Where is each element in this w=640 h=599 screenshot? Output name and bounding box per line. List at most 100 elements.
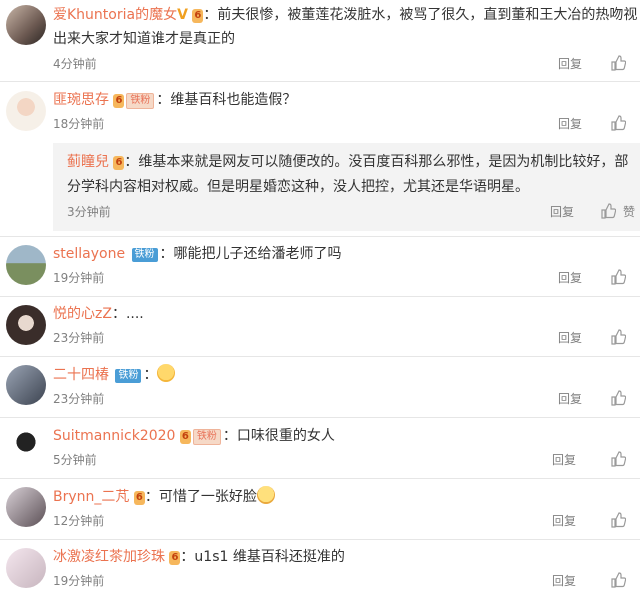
timestamp: 4分钟前 — [53, 57, 97, 71]
divider — [0, 356, 640, 357]
username-link[interactable]: 蓟瞳兒 — [67, 154, 109, 170]
comment-body: ：前夫很惨，被董莲花泼脏水，被骂了很久，直到董和王大冶的热吻视 — [203, 7, 638, 23]
avatar[interactable] — [6, 487, 46, 527]
vip-badge: 6 — [113, 94, 125, 108]
comment-text-cont: 出来大家才知道谁才是真正的 — [53, 28, 632, 50]
username-link[interactable]: 冰激凌红茶加珍珠 — [53, 549, 165, 565]
divider — [0, 81, 640, 82]
username-link[interactable]: 二十四椿 — [53, 367, 109, 383]
username-link[interactable]: Brynn_二芃 — [53, 489, 129, 505]
comment-actions: 回复 — [558, 328, 640, 348]
comment-body: ：哪能把儿子还给潘老师了吗 — [159, 246, 342, 262]
comment-actions: 回复 — [558, 54, 640, 74]
reply-button[interactable]: 回复 — [552, 511, 576, 531]
username-link[interactable]: 悦的心zZ — [53, 306, 112, 322]
username-link[interactable]: Suitmannick2020 — [53, 428, 175, 444]
timestamp: 3分钟前 — [67, 205, 111, 219]
comment-text: 匪琬思存 6 铁粉 ：维基百科也能造假？ — [53, 89, 632, 111]
reply-button[interactable]: 回复 — [558, 389, 582, 409]
comment: 冰激凌红茶加珍珠 6 ：u1s1 维基百科还挺准的 19分钟前 回复 — [0, 542, 640, 599]
comment-body: ：维基本来就是网友可以随便改的。没百度百科那么邪性，是因为机制比较好，部 — [124, 154, 629, 170]
comment-text: 二十四椿 铁粉： — [53, 364, 632, 386]
comment: Suitmannick2020 6 铁粉 ：口味很重的女人 5分钟前 回复 — [0, 420, 640, 475]
timestamp: 23分钟前 — [53, 331, 105, 345]
fan-badge: 铁粉 — [115, 369, 142, 383]
divider — [0, 236, 640, 237]
thumbs-up-icon[interactable] — [610, 451, 626, 467]
reply-button[interactable]: 回复 — [552, 571, 576, 591]
timestamp: 5分钟前 — [53, 453, 97, 467]
shy-emoji-icon — [256, 486, 275, 504]
avatar[interactable] — [6, 91, 46, 131]
comment-text: stellayone 铁粉 ：哪能把儿子还给潘老师了吗 — [53, 243, 632, 265]
vip-badge: 6 — [133, 491, 145, 505]
blush-emoji-icon — [157, 364, 176, 382]
timestamp: 19分钟前 — [53, 574, 105, 588]
comment-body: ：维基百科也能造假？ — [156, 92, 297, 108]
thumbs-up-icon[interactable] — [610, 269, 626, 285]
comment-text-cont: 分学科内容相对权威。但是明星婚恋这种，没人把控，尤其还是华语明星。 — [67, 176, 628, 198]
like-label[interactable]: 赞 — [623, 202, 635, 222]
avatar[interactable] — [6, 245, 46, 285]
comment-body-cont: 分学科内容相对权威。但是明星婚恋这种，没人把控，尤其还是华语明星。 — [67, 179, 529, 195]
comment: 二十四椿 铁粉： 23分钟前 回复 — [0, 359, 640, 414]
username-link[interactable]: 爱Khuntoria的魔女 — [53, 7, 177, 23]
verified-icon: V — [177, 7, 188, 23]
timestamp: 23分钟前 — [53, 392, 105, 406]
comment-body: ：.... — [111, 306, 144, 322]
comment-text: 爱Khuntoria的魔女V 6 ：前夫很惨，被董莲花泼脏水，被骂了很久，直到董和… — [53, 4, 637, 26]
comment-text: 悦的心zZ：.... — [53, 303, 632, 325]
comment-actions: 回复 — [558, 268, 640, 288]
comment-body: ： — [143, 367, 158, 383]
comment-text: 冰激凌红茶加珍珠 6 ：u1s1 维基百科还挺准的 — [53, 546, 632, 568]
reply-button[interactable]: 回复 — [558, 114, 582, 134]
comment: 悦的心zZ：.... 23分钟前 回复 — [0, 299, 640, 354]
sub-reply: 蓟瞳兒 6 ：维基本来就是网友可以随便改的。没百度百科那么邪性，是因为机制比较好，… — [53, 143, 640, 231]
comment-body: ：可惜了一张好脸 — [144, 489, 257, 505]
thumbs-up-icon[interactable] — [610, 115, 626, 131]
reply-button[interactable]: 回复 — [550, 202, 574, 222]
thumbs-up-icon[interactable] — [610, 512, 626, 528]
comment-body-cont: 出来大家才知道谁才是真正的 — [53, 31, 235, 47]
username-link[interactable]: stellayone — [53, 246, 125, 262]
divider — [0, 478, 640, 479]
divider — [0, 417, 640, 418]
comment-actions: 回复 — [552, 450, 640, 470]
divider — [0, 296, 640, 297]
timestamp: 18分钟前 — [53, 117, 105, 131]
comment-text: Brynn_二芃 6 ：可惜了一张好脸 — [53, 486, 632, 508]
comment-actions: 回复 — [558, 114, 640, 134]
reply-button[interactable]: 回复 — [558, 268, 582, 288]
thumbs-up-icon[interactable] — [600, 203, 616, 219]
divider — [0, 539, 640, 540]
timestamp: 12分钟前 — [53, 514, 105, 528]
avatar[interactable] — [6, 305, 46, 345]
fan-badge: 铁粉 — [126, 93, 155, 109]
thumbs-up-icon[interactable] — [610, 329, 626, 345]
username-link[interactable]: 匪琬思存 — [53, 92, 109, 108]
comment-text: 蓟瞳兒 6 ：维基本来就是网友可以随便改的。没百度百科那么邪性，是因为机制比较好，… — [67, 151, 628, 173]
avatar[interactable] — [6, 5, 46, 45]
reply-button[interactable]: 回复 — [558, 54, 582, 74]
avatar[interactable] — [6, 426, 46, 466]
fan-badge: 铁粉 — [131, 248, 158, 262]
vip-badge: 6 — [179, 430, 191, 444]
reply-button[interactable]: 回复 — [552, 450, 576, 470]
comment-body: ：口味很重的女人 — [222, 428, 335, 444]
thumbs-up-icon[interactable] — [610, 390, 626, 406]
timestamp: 19分钟前 — [53, 271, 105, 285]
fan-badge: 铁粉 — [192, 429, 221, 445]
thumbs-up-icon[interactable] — [610, 55, 626, 71]
reply-button[interactable]: 回复 — [558, 328, 582, 348]
comment: stellayone 铁粉 ：哪能把儿子还给潘老师了吗 19分钟前 回复 — [0, 239, 640, 294]
comment-actions: 回复 — [558, 389, 640, 409]
comment: Brynn_二芃 6 ：可惜了一张好脸 12分钟前 回复 — [0, 481, 640, 536]
avatar[interactable] — [6, 365, 46, 405]
comment-actions: 回复 赞 — [550, 202, 640, 222]
thumbs-up-icon[interactable] — [610, 572, 626, 588]
comment: 爱Khuntoria的魔女V 6 ：前夫很惨，被董莲花泼脏水，被骂了很久，直到董和… — [0, 0, 640, 78]
comment-body: ：u1s1 维基百科还挺准的 — [180, 549, 345, 565]
avatar[interactable] — [6, 548, 46, 588]
comment-actions: 回复 — [552, 511, 640, 531]
vip-badge: 6 — [169, 551, 181, 565]
